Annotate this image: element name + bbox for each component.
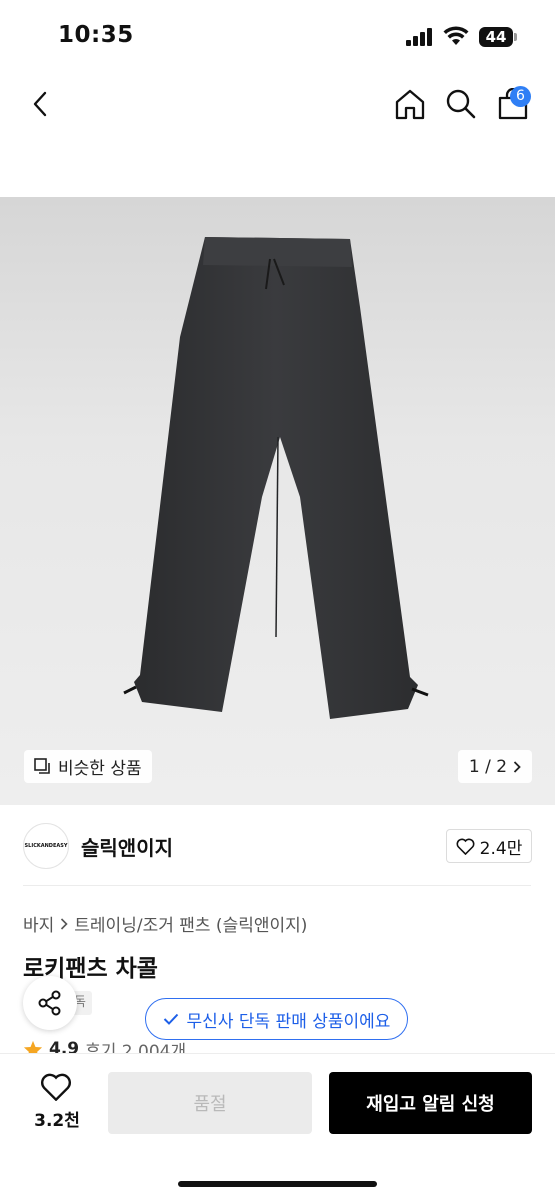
search-icon[interactable] <box>445 88 477 120</box>
home-icon[interactable] <box>394 88 426 120</box>
breadcrumb-item-subcategory[interactable]: 트레이닝/조거 팬츠 (슬릭앤이지) <box>74 911 307 936</box>
restock-alert-button[interactable]: 재입고 알림 신청 <box>329 1072 532 1134</box>
product-image[interactable] <box>0 197 555 805</box>
check-icon <box>163 1013 178 1025</box>
chevron-right-icon <box>513 760 521 773</box>
cart-count-badge: 6 <box>510 86 531 107</box>
brand-name[interactable]: 슬릭앤이지 <box>81 832 173 861</box>
exclusive-banner: 무신사 단독 판매 상품이에요 <box>145 998 408 1040</box>
breadcrumb-item-category[interactable]: 바지 <box>23 911 54 936</box>
signal-icon <box>406 28 434 46</box>
pants-image <box>123 237 429 719</box>
battery-icon: 44 <box>479 27 513 47</box>
brand-like-button[interactable]: 2.4만 <box>446 829 532 863</box>
status-time: 10:35 <box>58 22 134 48</box>
chevron-right-icon <box>61 917 68 930</box>
share-button[interactable] <box>23 976 77 1030</box>
divider <box>23 885 531 886</box>
back-icon[interactable] <box>28 90 52 118</box>
battery-cap <box>514 33 517 41</box>
brand-like-count: 2.4만 <box>479 838 523 859</box>
breadcrumb[interactable]: 바지 트레이닝/조거 팬츠 (슬릭앤이지) <box>23 911 307 936</box>
brand-logo[interactable]: SLICKANDEASY <box>23 823 69 869</box>
heart-icon[interactable] <box>40 1073 72 1101</box>
home-indicator <box>178 1181 377 1187</box>
similar-products-label: 비슷한 상품 <box>58 759 142 779</box>
brand-logo-text: SLICKANDEASY <box>24 843 68 849</box>
page-indicator-text: 1 / 2 <box>468 756 508 777</box>
exclusive-banner-text: 무신사 단독 판매 상품이에요 <box>186 1011 391 1032</box>
copy-icon <box>34 757 50 774</box>
heart-icon <box>456 838 475 855</box>
wifi-icon <box>443 26 469 45</box>
soldout-button[interactable]: 품절 <box>108 1072 312 1134</box>
image-page-indicator[interactable]: 1 / 2 <box>458 750 532 783</box>
similar-products-button[interactable]: 비슷한 상품 <box>24 750 152 783</box>
wish-count: 3.2천 <box>34 1111 80 1131</box>
share-icon <box>38 990 61 1016</box>
